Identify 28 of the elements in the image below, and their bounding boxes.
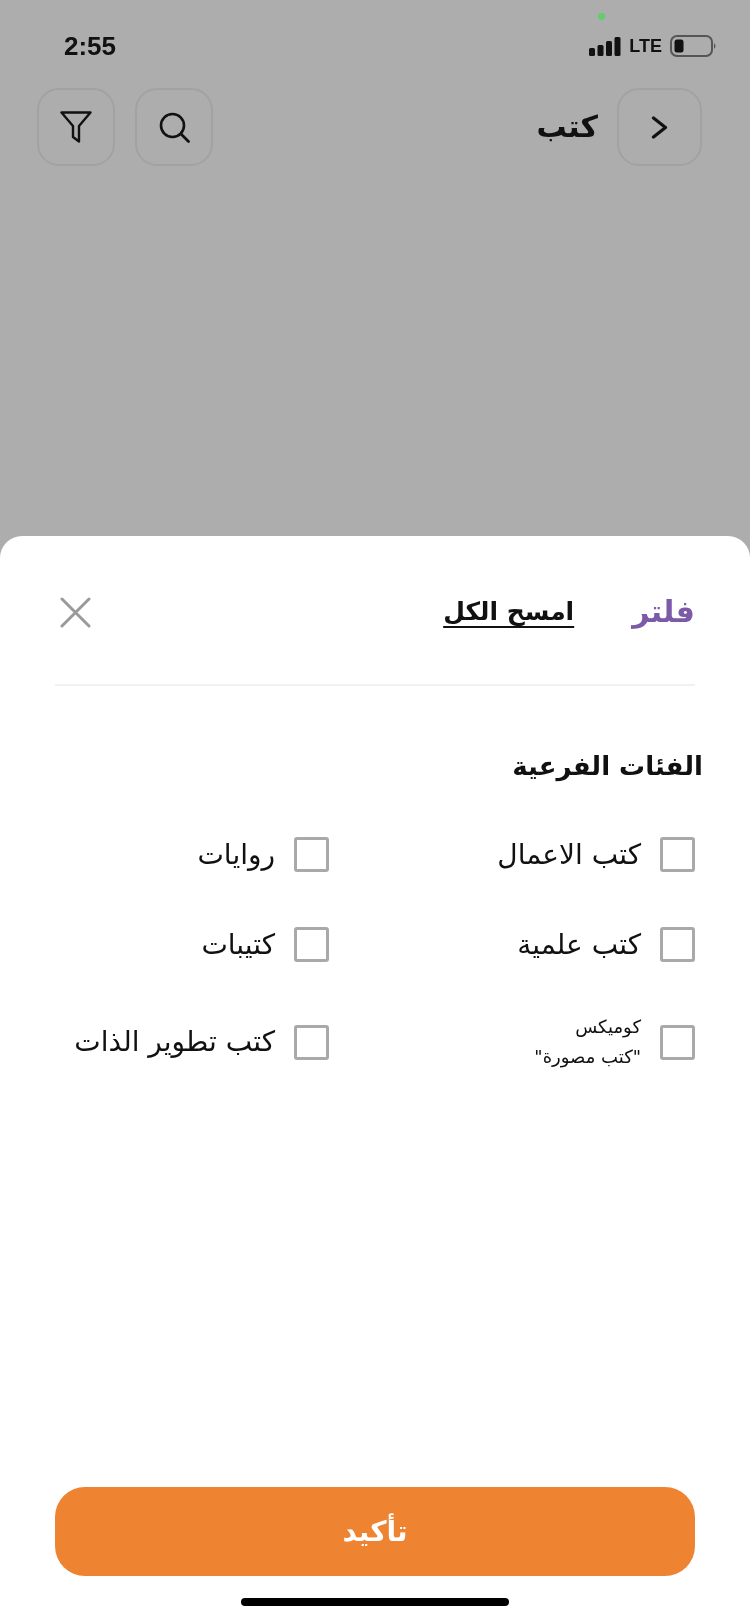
checkbox[interactable] — [660, 1024, 695, 1060]
funnel-icon — [60, 111, 92, 143]
network-label: LTE — [629, 37, 662, 55]
status-time: 2:55 — [64, 33, 117, 59]
close-icon[interactable] — [60, 596, 91, 628]
checkbox[interactable] — [660, 836, 695, 872]
checkbox[interactable] — [660, 926, 695, 962]
chevron-icon — [651, 115, 668, 139]
indicator-dot-icon — [598, 13, 605, 20]
sheet-title: فلتر — [632, 594, 695, 630]
checkbox[interactable] — [294, 836, 329, 872]
back-button[interactable] — [617, 88, 702, 166]
page-title: كتب — [536, 109, 598, 145]
option-label: كوميكس "كتب مصورة" — [534, 1015, 641, 1070]
option-label: روايات — [197, 837, 275, 872]
signal-icon — [589, 36, 622, 56]
section-title: الفئات الفرعية — [512, 750, 703, 784]
option-label: كتب تطوير الذات — [74, 1025, 275, 1059]
checkbox[interactable] — [294, 926, 329, 962]
filter-button[interactable] — [37, 88, 115, 166]
clear-all-link[interactable]: امسح الكل — [443, 593, 575, 631]
battery-icon — [670, 35, 717, 57]
option-label: كتب علمية — [517, 927, 641, 962]
search-button[interactable] — [135, 88, 213, 166]
search-icon — [158, 111, 190, 143]
option-label: كتب الاعمال — [497, 837, 641, 872]
checkbox[interactable] — [294, 1024, 329, 1060]
option-label: كتيبات — [201, 927, 275, 962]
